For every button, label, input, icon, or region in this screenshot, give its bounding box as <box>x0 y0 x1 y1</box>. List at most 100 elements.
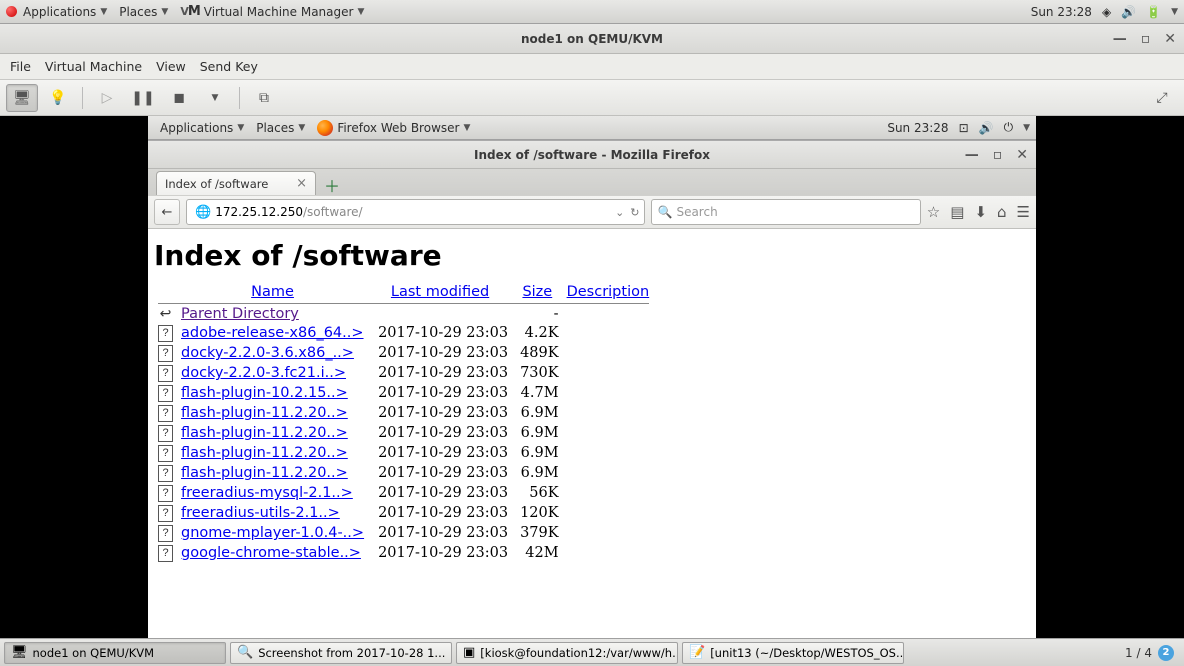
firefox-icon <box>317 120 333 136</box>
host-vmm-menu[interactable]: VM Virtual Machine Manager ▼ <box>174 4 370 19</box>
close-icon[interactable]: × <box>296 176 307 191</box>
details-button[interactable]: 💡 <box>42 84 74 112</box>
file-link[interactable]: google-chrome-stable..> <box>181 545 361 561</box>
file-link[interactable]: adobe-release-x86_64..> <box>181 325 364 341</box>
tab-bar: Index of /software × ＋ <box>148 169 1036 195</box>
file-link[interactable]: flash-plugin-11.2.20..> <box>181 405 348 421</box>
battery-icon[interactable]: 🔋 <box>1146 5 1161 19</box>
file-link[interactable]: flash-plugin-11.2.20..> <box>181 425 348 441</box>
task-label: Screenshot from 2017-10-28 1... <box>258 646 445 660</box>
file-link[interactable]: flash-plugin-11.2.20..> <box>181 465 348 481</box>
chevron-down-icon: ▼ <box>298 123 305 133</box>
tab-label: Index of /software <box>165 177 268 191</box>
chevron-down-icon[interactable]: ▼ <box>1171 7 1178 17</box>
host-applications-menu[interactable]: Applications ▼ <box>17 5 113 19</box>
host-top-panel: Applications ▼ Places ▼ VM Virtual Machi… <box>0 0 1184 24</box>
listing-header-row: Name Last modified Size Description <box>154 282 653 302</box>
power-icon[interactable]: ⏻ <box>1004 120 1014 135</box>
menu-file[interactable]: File <box>10 59 31 74</box>
downloads-icon[interactable]: ⬇ <box>974 203 987 221</box>
col-size[interactable]: Size <box>522 284 552 300</box>
taskbar-item-editor[interactable]: 📝[unit13 (~/Desktop/WESTOS_OS... <box>682 642 904 664</box>
new-tab-button[interactable]: ＋ <box>320 175 344 195</box>
fullscreen-button[interactable]: ⤢ <box>1146 84 1178 112</box>
reload-icon[interactable]: ↻ <box>630 206 639 219</box>
file-size: 4.7M <box>512 383 563 403</box>
host-places-menu[interactable]: Places ▼ <box>113 5 174 19</box>
page-content: Index of /software Name Last modified Si… <box>148 229 1036 638</box>
label: Applications <box>160 121 233 135</box>
search-bar[interactable]: 🔍 Search <box>651 199 921 225</box>
shutdown-menu-button[interactable]: ▼ <box>199 84 231 112</box>
menu-icon[interactable]: ☰ <box>1017 203 1030 221</box>
file-date: 2017-10-29 23:03 <box>368 323 512 343</box>
guest-clock: Sun 23:28 <box>887 121 948 135</box>
file-row: flash-plugin-11.2.20..>2017-10-29 23:036… <box>154 403 653 423</box>
history-dropdown-icon[interactable]: ⌄ <box>615 206 624 219</box>
maximize-button[interactable]: ▫ <box>1141 31 1151 47</box>
chevron-down-icon: ▼ <box>237 123 244 133</box>
guest-places-menu[interactable]: Places ▼ <box>250 121 311 135</box>
file-icon <box>158 445 173 462</box>
menu-virtual-machine[interactable]: Virtual Machine <box>45 59 142 74</box>
menu-view[interactable]: View <box>156 59 186 74</box>
window-title: node1 on QEMU/KVM <box>521 32 663 46</box>
close-button[interactable]: ✕ <box>1164 31 1176 47</box>
vmm-menubar: File Virtual Machine View Send Key <box>0 54 1184 80</box>
label: Virtual Machine Manager <box>204 5 354 19</box>
workspace-switcher[interactable]: 1 / 4 2 <box>1119 645 1180 661</box>
taskbar-item-vmm[interactable]: 🖥node1 on QEMU/KVM <box>4 642 226 664</box>
guest-applications-menu[interactable]: Applications ▼ <box>154 121 250 135</box>
bookmarks-list-icon[interactable]: ▤ <box>950 203 964 221</box>
taskbar-item-screenshot[interactable]: 🔍Screenshot from 2017-10-28 1... <box>230 642 452 664</box>
file-link[interactable]: docky-2.2.0-3.fc21.i..> <box>181 365 346 381</box>
run-button[interactable]: ▷ <box>91 84 123 112</box>
file-link[interactable]: freeradius-mysql-2.1..> <box>181 485 353 501</box>
file-link[interactable]: flash-plugin-10.2.15..> <box>181 385 348 401</box>
minimize-button[interactable]: — <box>965 147 979 163</box>
firefox-titlebar: Index of /software - Mozilla Firefox — ▫… <box>148 141 1036 169</box>
close-button[interactable]: ✕ <box>1016 147 1028 163</box>
search-icon: 🔍 <box>658 205 673 219</box>
back-button[interactable]: ← <box>154 199 180 225</box>
url-bar[interactable]: 🌐 172.25.12.250/software/ ⌄↻ <box>186 199 645 225</box>
col-description[interactable]: Description <box>567 284 650 300</box>
volume-icon[interactable]: 🔊 <box>979 121 994 135</box>
file-size: 379K <box>512 523 563 543</box>
vmm-icon: 🖥 <box>11 645 28 660</box>
browser-tab[interactable]: Index of /software × <box>156 171 316 195</box>
notification-badge: 2 <box>1158 645 1174 661</box>
file-link[interactable]: flash-plugin-11.2.20..> <box>181 445 348 461</box>
taskbar-item-terminal-1[interactable]: ▣[kiosk@foundation12:/var/www/h... <box>456 642 678 664</box>
task-label: [kiosk@foundation12:/var/www/h... <box>480 646 678 660</box>
pause-button[interactable]: ❚❚ <box>127 84 159 112</box>
console-button[interactable]: 🖥 <box>6 84 38 112</box>
minimize-button[interactable]: — <box>1113 31 1127 47</box>
window-controls: — ▫ ✕ <box>1113 24 1176 53</box>
window-title: Index of /software - Mozilla Firefox <box>474 148 710 162</box>
file-date: 2017-10-29 23:03 <box>368 443 512 463</box>
file-link[interactable]: docky-2.2.0-3.6.x86_..> <box>181 345 354 361</box>
bookmark-star-icon[interactable]: ☆ <box>927 203 940 221</box>
parent-directory-row: ↩ Parent Directory - <box>154 305 653 323</box>
wifi-icon[interactable]: ◈ <box>1102 5 1111 19</box>
chevron-down-icon: ▼ <box>100 7 107 17</box>
file-size: 489K <box>512 343 563 363</box>
col-modified[interactable]: Last modified <box>391 284 489 300</box>
host-tray: Sun 23:28 ◈ 🔊 🔋 ▼ <box>1031 5 1178 19</box>
guest-firefox-menu[interactable]: Firefox Web Browser ▼ <box>311 120 476 136</box>
home-icon[interactable]: ⌂ <box>997 203 1007 221</box>
menu-send-key[interactable]: Send Key <box>200 59 258 74</box>
file-link[interactable]: freeradius-utils-2.1..> <box>181 505 340 521</box>
volume-icon[interactable]: 🔊 <box>1121 5 1136 19</box>
parent-directory-link[interactable]: Parent Directory <box>181 306 299 322</box>
chevron-down-icon: ▼ <box>161 7 168 17</box>
accessibility-icon[interactable]: ⊡ <box>959 121 969 135</box>
window-controls: — ▫ ✕ <box>965 141 1028 168</box>
snapshot-button[interactable]: ⧉ <box>248 84 280 112</box>
file-link[interactable]: gnome-mplayer-1.0.4-..> <box>181 525 364 541</box>
chevron-down-icon[interactable]: ▼ <box>1023 123 1030 133</box>
shutdown-button[interactable]: ◼ <box>163 84 195 112</box>
col-name[interactable]: Name <box>251 284 294 300</box>
maximize-button[interactable]: ▫ <box>993 147 1003 163</box>
